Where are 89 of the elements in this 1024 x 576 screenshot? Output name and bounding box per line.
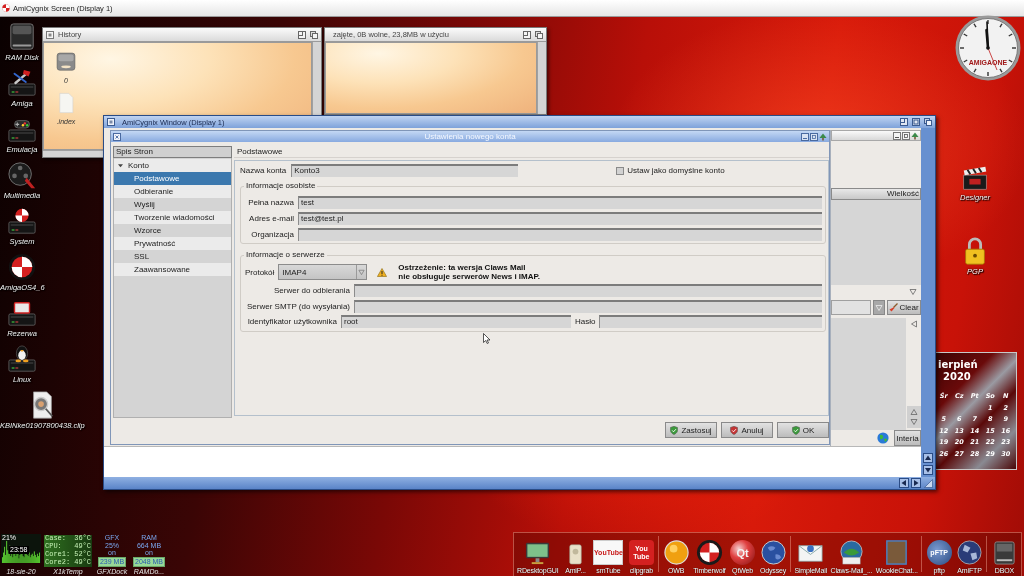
protocol-dropdown[interactable]: IMAP4 <box>278 264 368 280</box>
column-header[interactable]: Wielkość <box>831 188 921 200</box>
field-label: Hasło <box>575 316 596 328</box>
ball-icon[interactable] <box>2 4 10 12</box>
field-label: Identyfikator użytkownika <box>247 316 337 328</box>
minimize-icon[interactable] <box>893 131 901 140</box>
close-icon[interactable] <box>46 30 54 39</box>
film-reel-icon[interactable] <box>7 160 37 190</box>
tree-item[interactable]: Konto <box>114 159 231 172</box>
tree-item[interactable]: Podstawowe <box>114 172 231 185</box>
zoom-icon[interactable] <box>900 118 908 126</box>
drawer-tools-icon[interactable] <box>7 68 37 98</box>
maximize-icon[interactable] <box>902 131 910 140</box>
text-field[interactable]: test@test.pl <box>298 212 822 225</box>
warning-text: Ostrzeżenie: ta wersja Claws Mail nie obsługuje serwerów News i IMAP. <box>398 263 541 281</box>
page-title: Podstawowe <box>234 146 829 158</box>
list-header: Spis Stron <box>113 146 232 158</box>
sphere-icon[interactable] <box>662 539 690 566</box>
tree-icon[interactable] <box>911 131 919 140</box>
calendar-month: ierpień <box>937 359 978 371</box>
tree-item[interactable]: Odbieranie <box>114 185 231 198</box>
search-field[interactable] <box>831 300 871 315</box>
checkered-ball-icon[interactable] <box>7 252 38 282</box>
status-button[interactable]: Interia <box>894 430 921 446</box>
globe-icon <box>877 432 889 444</box>
field-label: Serwer SMTP (do wysyłania) <box>247 301 350 313</box>
tree-icon[interactable] <box>819 132 827 141</box>
warning-icon <box>377 267 388 277</box>
field-label: Organizacja <box>251 229 294 241</box>
triangle-up-icon[interactable] <box>909 408 918 416</box>
shield-icon <box>791 425 800 435</box>
triangle-down-icon[interactable] <box>909 287 917 296</box>
scrollbar[interactable] <box>537 42 546 114</box>
password-field[interactable] <box>599 315 822 328</box>
triangle-down-icon[interactable] <box>909 418 918 426</box>
text-field[interactable] <box>354 300 822 313</box>
text-field[interactable]: test <box>298 196 822 209</box>
text-field[interactable]: Konto3 <box>291 164 519 177</box>
close-icon[interactable] <box>107 118 115 126</box>
checkbox-label[interactable]: Ustaw jako domyślne konto <box>627 164 725 177</box>
cpu-graph <box>1 534 41 563</box>
scroll-buttons[interactable] <box>906 406 921 428</box>
field-label: Nazwa konta <box>240 165 287 177</box>
maximize-icon[interactable] <box>912 118 920 126</box>
arrow-down-icon[interactable] <box>923 465 933 475</box>
depth-icon[interactable] <box>535 30 543 39</box>
zoom-icon[interactable] <box>523 30 531 39</box>
globe-icon[interactable] <box>759 539 787 566</box>
drawer-ball-icon[interactable] <box>7 206 37 236</box>
arrow-right-icon[interactable] <box>911 478 921 488</box>
checkbox[interactable] <box>616 166 625 175</box>
maximize-icon[interactable] <box>810 132 818 141</box>
arrow-left-icon[interactable] <box>899 478 909 488</box>
tree-item[interactable]: Zaawansowane <box>114 263 231 276</box>
triangle-left-icon[interactable] <box>909 320 918 328</box>
zoom-icon[interactable] <box>298 30 306 39</box>
shield-icon <box>730 425 739 435</box>
dialog-button[interactable]: OK <box>777 422 829 438</box>
depth-icon[interactable] <box>310 30 318 39</box>
field-label: Pełna nazwa <box>248 197 294 209</box>
clear-button[interactable]: Clear <box>887 300 921 315</box>
text-field[interactable] <box>354 284 822 297</box>
dialog-button[interactable]: Zastosuj <box>665 422 717 438</box>
pointer-icon <box>483 333 490 344</box>
arrow-up-icon[interactable] <box>923 453 933 463</box>
broom-icon <box>889 303 899 312</box>
round-badge-icon[interactable] <box>837 539 865 566</box>
resize-grip-icon[interactable] <box>923 478 933 488</box>
group-title: Informacje osobiste <box>244 180 318 192</box>
depth-icon[interactable] <box>924 118 932 126</box>
tree-item[interactable]: Tworzenie wiadomości <box>114 211 231 224</box>
shield-icon <box>670 425 679 435</box>
field-label: Serwer do odbierania <box>273 285 350 297</box>
checkered-ball-icon[interactable] <box>695 539 723 566</box>
group-title: Informacje o serwerze <box>244 249 327 261</box>
calendar-year: 2020 <box>942 371 971 383</box>
text-field[interactable] <box>298 228 822 241</box>
dialog-title: Ustawienia nowego konta <box>424 131 516 142</box>
close-icon[interactable] <box>113 132 121 141</box>
tree-item[interactable]: Prywatność <box>114 237 231 250</box>
minimize-icon[interactable] <box>801 132 809 141</box>
globe-icon[interactable] <box>956 539 984 566</box>
dialog-button[interactable]: Anuluj <box>721 422 773 438</box>
field-label: Protokół <box>245 266 275 279</box>
drive-icon[interactable] <box>7 22 37 52</box>
text-field[interactable]: root <box>341 315 571 328</box>
field-label: Adres e-mail <box>249 213 294 225</box>
caret-icon[interactable] <box>118 163 123 168</box>
penguin-icon[interactable] <box>7 344 37 374</box>
